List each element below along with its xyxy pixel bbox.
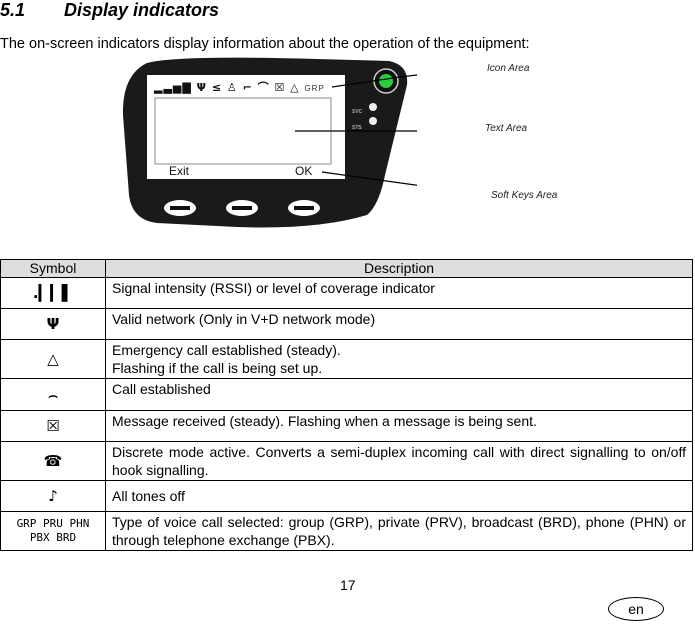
svc-label: SVC (352, 109, 363, 115)
table-row: △ Emergency call established (steady). Fl… (0, 339, 693, 379)
row-description: Discrete mode active. Converts a semi-du… (105, 441, 693, 481)
screen-icon-row: ▂▃▅▇ Ψ ≤ ♙ ⌐ ⌒ ☒ △ GRP (154, 81, 325, 94)
screen-call-type: GRP (304, 84, 325, 93)
table-row: ☎ Discrete mode active. Converts a semi-… (0, 441, 693, 481)
section-title: Display indicators (64, 0, 220, 20)
row-description: All tones off (105, 480, 693, 512)
table-row: ♪ All tones off (0, 480, 693, 512)
softkey-exit-label: Exit (169, 164, 190, 178)
sts-led (369, 117, 377, 125)
table-row: GRP PRU PHN PBX BRD Type of voice call s… (0, 511, 693, 551)
callout-icon-area: Icon Area (487, 63, 530, 74)
table-row: .▎▎▌ Signal intensity (RSSI) or level of… (0, 277, 693, 309)
section-heading: 5.1 Display indicators (0, 0, 219, 21)
callout-text-area: Text Area (485, 123, 528, 134)
device-figure: ▂▃▅▇ Ψ ≤ ♙ ⌐ ⌒ ☒ △ GRP Exit OK SVC STS I… (117, 55, 597, 230)
table-row: ⌢ Call established (0, 378, 693, 411)
row-description: Type of voice call selected: group (GRP)… (105, 511, 693, 551)
discrete-mode-icon: ☎ (43, 452, 63, 470)
row-description: Message received (steady). Flashing when… (105, 410, 693, 442)
signal-strength-icon: .▎▎▌ (32, 284, 74, 302)
indicators-table: Symbol Description .▎▎▌ Signal intensity… (0, 259, 693, 551)
header-description: Description (105, 259, 693, 278)
call-established-icon: ⌢ (48, 385, 58, 404)
row-description-line: Flashing if the call is being set up. (112, 360, 323, 376)
emergency-icon: △ (47, 350, 59, 368)
call-type-icon: GRP PRU PHN PBX BRD (0, 511, 106, 551)
sts-label: STS (352, 125, 362, 131)
svc-led (369, 103, 377, 111)
table-row: Ψ Valid network (Only in V+D network mod… (0, 308, 693, 340)
callout-soft-keys-area: Soft Keys Area (491, 190, 558, 201)
message-icon: ☒ (46, 417, 60, 435)
table-row: ☒ Message received (steady). Flashing wh… (0, 410, 693, 442)
page-number: 17 (340, 577, 356, 593)
softkey-ok-label: OK (295, 164, 313, 178)
intro-paragraph: The on-screen indicators display informa… (0, 36, 530, 52)
section-number: 5.1 (0, 0, 26, 20)
header-symbol: Symbol (0, 259, 106, 278)
row-description: Valid network (Only in V+D network mode) (105, 308, 693, 340)
row-description: Signal intensity (RSSI) or level of cove… (105, 277, 693, 309)
tones-off-icon: ♪ (48, 487, 58, 505)
language-badge: en (608, 597, 664, 621)
valid-network-icon: Ψ (46, 315, 60, 333)
row-description-line: Emergency call established (steady). (112, 342, 341, 358)
table-header-row: Symbol Description (0, 259, 693, 278)
row-description: Call established (105, 378, 693, 411)
